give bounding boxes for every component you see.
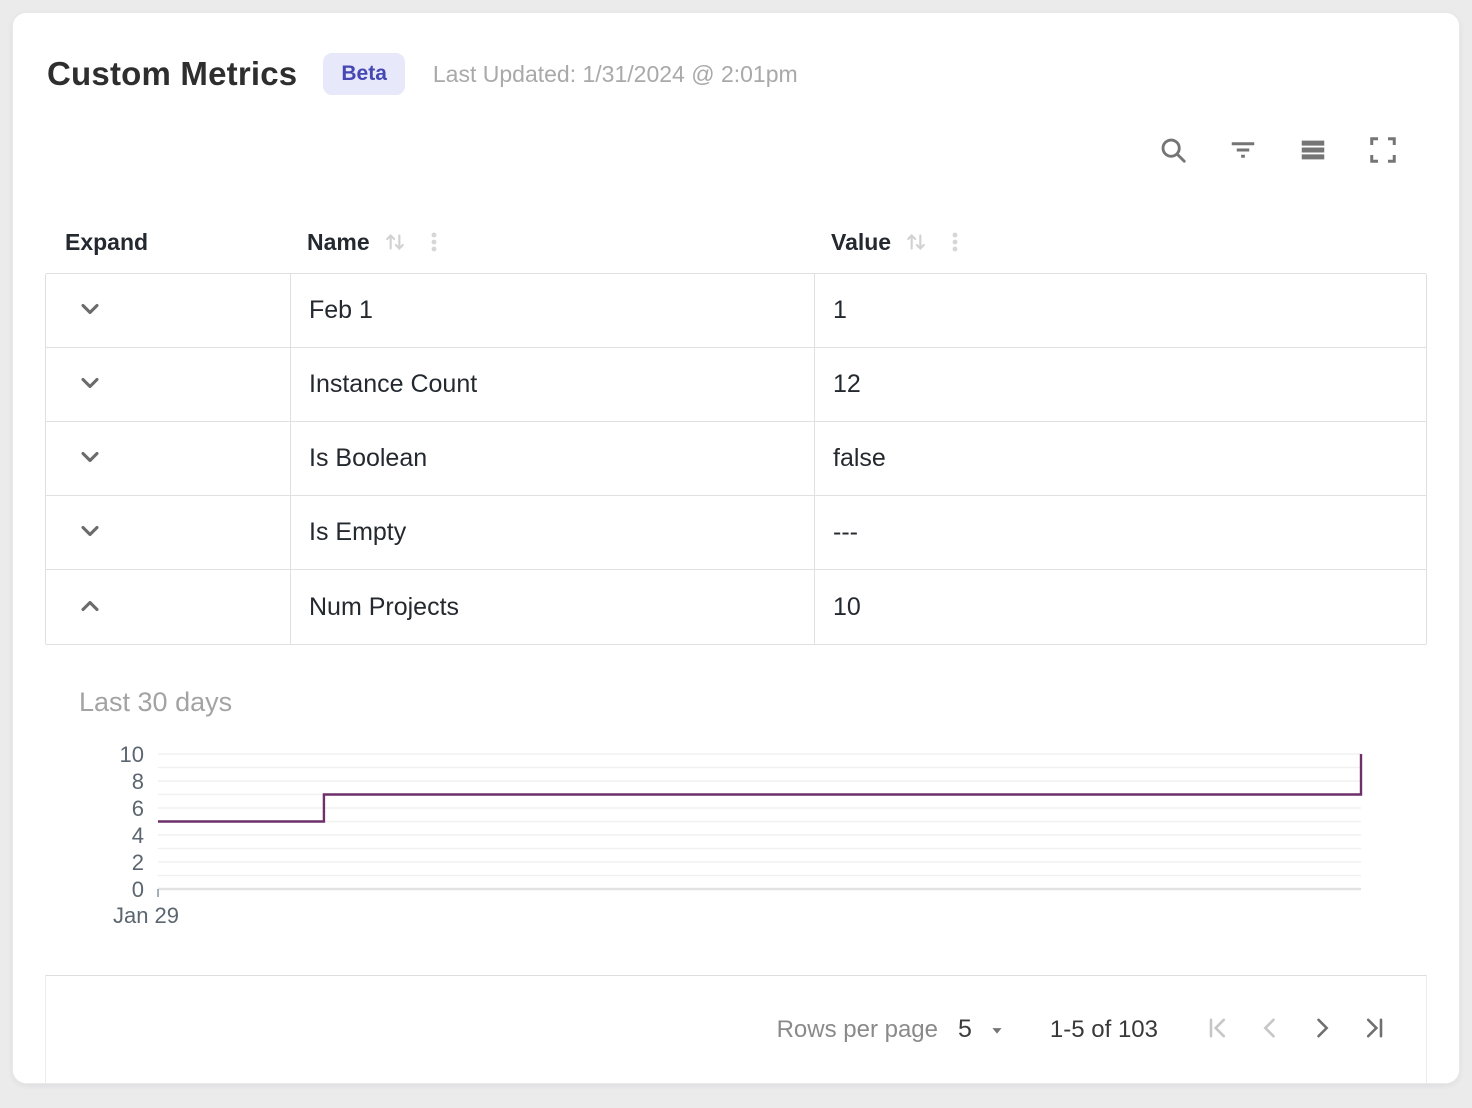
last-updated-text: Last Updated: 1/31/2024 @ 2:01pm <box>433 61 798 88</box>
metric-chart: 0246810 Jan 29 <box>91 731 1401 923</box>
search-button[interactable] <box>1153 131 1193 171</box>
detail-panel: Last 30 days 0246810 Jan 29 <box>13 647 1459 975</box>
expand-cell <box>46 496 290 569</box>
first-page-button[interactable] <box>1192 1004 1244 1056</box>
table-footer: Rows per page 5 1-5 of 103 <box>45 975 1427 1083</box>
expand-toggle-button[interactable] <box>72 513 108 552</box>
svg-text:Jan 29: Jan 29 <box>113 903 179 923</box>
svg-text:4: 4 <box>132 823 144 848</box>
svg-text:10: 10 <box>120 742 144 767</box>
sort-icon[interactable] <box>382 229 408 255</box>
pagination-range: 1-5 of 103 <box>1050 1016 1158 1044</box>
last-page-icon <box>1360 1014 1388 1045</box>
column-menu-icon[interactable] <box>422 230 446 254</box>
table-body: Feb 11Instance Count12Is BooleanfalseIs … <box>45 273 1427 645</box>
page-title: Custom Metrics <box>47 55 297 93</box>
pagination-controls <box>1192 1004 1400 1056</box>
table-row: Num Projects10 <box>46 570 1426 644</box>
rows-per-page-select[interactable]: 5 <box>958 1015 1008 1044</box>
previous-page-button[interactable] <box>1244 1004 1296 1056</box>
page-header: Custom Metrics Beta Last Updated: 1/31/2… <box>47 53 798 95</box>
filter-icon <box>1228 135 1258 168</box>
column-header-name[interactable]: Name <box>289 229 813 256</box>
value-cell: 10 <box>814 570 1426 644</box>
expand-toggle-button[interactable] <box>72 439 108 478</box>
svg-text:6: 6 <box>132 796 144 821</box>
name-cell: Is Empty <box>290 496 814 569</box>
chevron-left-icon <box>1256 1014 1284 1045</box>
table-row: Is Booleanfalse <box>46 422 1426 496</box>
name-cell: Is Boolean <box>290 422 814 495</box>
chevron-right-icon <box>1308 1014 1336 1045</box>
fullscreen-button[interactable] <box>1363 131 1403 171</box>
column-label-name: Name <box>307 229 370 256</box>
sort-icon[interactable] <box>903 229 929 255</box>
svg-text:2: 2 <box>132 850 144 875</box>
chevron-up-icon <box>76 592 104 623</box>
value-cell: --- <box>814 496 1426 569</box>
chevron-down-icon <box>76 443 104 474</box>
table-row: Feb 11 <box>46 274 1426 348</box>
column-label-value: Value <box>831 229 891 256</box>
filter-button[interactable] <box>1223 131 1263 171</box>
beta-badge: Beta <box>323 53 405 95</box>
name-cell: Feb 1 <box>290 274 814 347</box>
expand-toggle-button[interactable] <box>72 588 108 627</box>
rows-per-page-label: Rows per page <box>777 1016 938 1044</box>
value-cell: 1 <box>814 274 1426 347</box>
last-page-button[interactable] <box>1348 1004 1400 1056</box>
table-row: Instance Count12 <box>46 348 1426 422</box>
rows-per-page-value: 5 <box>958 1015 972 1044</box>
density-button[interactable] <box>1293 131 1333 171</box>
svg-text:8: 8 <box>132 769 144 794</box>
expand-toggle-button[interactable] <box>72 291 108 330</box>
name-cell: Instance Count <box>290 348 814 421</box>
chevron-down-icon <box>76 369 104 400</box>
column-label-expand: Expand <box>65 229 148 256</box>
table-header-row: Expand Name Value <box>45 211 1427 273</box>
table-row: Is Empty--- <box>46 496 1426 570</box>
column-header-expand: Expand <box>45 229 289 256</box>
svg-text:0: 0 <box>132 877 144 902</box>
expand-cell <box>46 348 290 421</box>
expand-cell <box>46 274 290 347</box>
metrics-table: Expand Name Value <box>45 211 1427 645</box>
caret-down-icon <box>986 1019 1008 1041</box>
expand-cell <box>46 570 290 644</box>
next-page-button[interactable] <box>1296 1004 1348 1056</box>
density-icon <box>1298 135 1328 168</box>
expand-cell <box>46 422 290 495</box>
custom-metrics-card: Custom Metrics Beta Last Updated: 1/31/2… <box>12 12 1460 1084</box>
chevron-down-icon <box>76 517 104 548</box>
table-toolbar <box>1153 131 1403 171</box>
first-page-icon <box>1204 1014 1232 1045</box>
expand-toggle-button[interactable] <box>72 365 108 404</box>
value-cell: 12 <box>814 348 1426 421</box>
fullscreen-icon <box>1368 135 1398 168</box>
name-cell: Num Projects <box>290 570 814 644</box>
search-icon <box>1158 135 1188 168</box>
chart-title: Last 30 days <box>79 687 232 718</box>
column-header-value[interactable]: Value <box>813 229 1427 256</box>
column-menu-icon[interactable] <box>943 230 967 254</box>
chevron-down-icon <box>76 295 104 326</box>
value-cell: false <box>814 422 1426 495</box>
